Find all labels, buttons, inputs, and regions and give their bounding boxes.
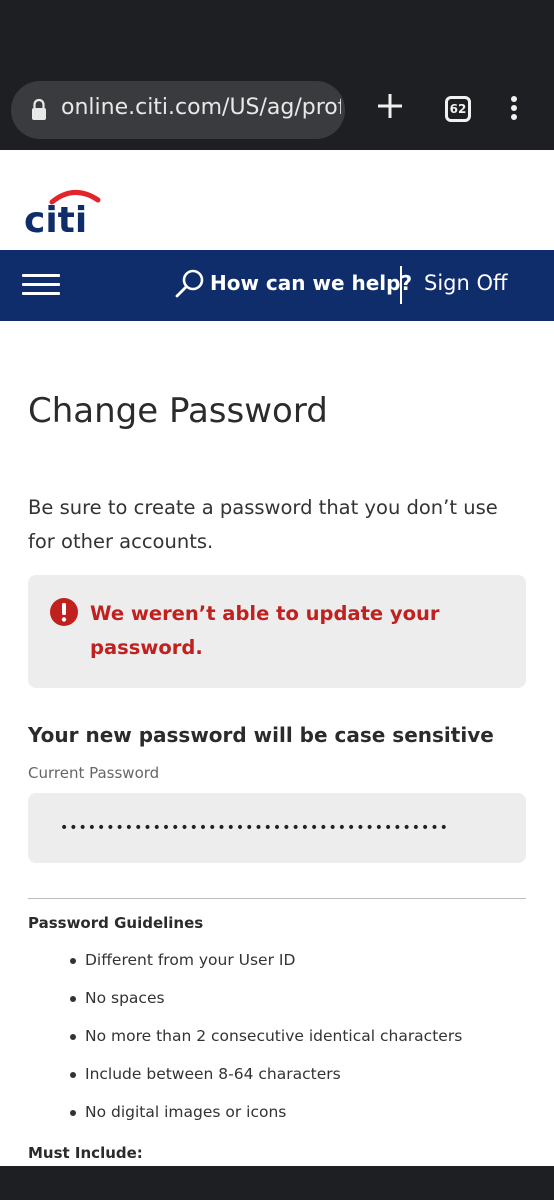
current-password-label: Current Password: [28, 764, 160, 782]
list-item: No more than 2 consecutive identical cha…: [68, 1024, 462, 1062]
guidelines-list: Different from your User ID No spaces No…: [68, 948, 462, 1138]
divider: [28, 898, 526, 899]
error-exclamation-icon: [50, 598, 78, 626]
status-bar: [0, 0, 554, 76]
list-item: No spaces: [68, 986, 462, 1024]
tab-switcher-button[interactable]: 62: [445, 96, 471, 122]
citi-logo[interactable]: citi: [22, 186, 106, 236]
guideline-text: No more than 2 consecutive identical cha…: [85, 1027, 463, 1045]
list-item: Include between 8-64 characters: [68, 1062, 462, 1100]
search-help-link[interactable]: How can we help?: [210, 271, 412, 295]
list-item: Different from your User ID: [68, 948, 462, 986]
guideline-text: Different from your User ID: [85, 951, 296, 969]
section-heading: Your new password will be case sensitive: [28, 723, 494, 747]
url-text: online.citi.com/US/ag/profi: [61, 95, 341, 120]
guideline-text: No digital images or icons: [85, 1103, 287, 1121]
bullet-icon: [70, 1034, 76, 1040]
web-page: citi How can we help? Sign Off Change Pa…: [0, 150, 554, 1166]
hamburger-menu-icon[interactable]: [22, 274, 60, 296]
sign-off-button[interactable]: Sign Off: [424, 271, 507, 295]
bullet-icon: [70, 1072, 76, 1078]
error-alert: We weren’t able to update your password.: [28, 575, 526, 688]
bullet-icon: [70, 996, 76, 1002]
lock-icon: [32, 98, 46, 120]
citi-logo-text: citi: [24, 200, 87, 236]
nav-divider: [400, 266, 402, 304]
intro-text: Be sure to create a password that you do…: [28, 496, 498, 553]
list-item: No digital images or icons: [68, 1100, 462, 1138]
guideline-text: No spaces: [85, 989, 165, 1007]
page-title: Change Password: [28, 391, 328, 431]
search-icon[interactable]: [174, 268, 206, 300]
guideline-text: Include between 8-64 characters: [85, 1065, 341, 1083]
address-bar[interactable]: online.citi.com/US/ag/profi: [11, 81, 345, 139]
error-message: We weren’t able to update your password.: [90, 602, 440, 659]
main-nav-bar: How can we help? Sign Off: [0, 250, 554, 321]
guidelines-title: Password Guidelines: [28, 914, 204, 932]
bullet-icon: [70, 1110, 76, 1116]
must-include-title: Must Include:: [28, 1144, 143, 1162]
browser-toolbar: online.citi.com/US/ag/profi 62: [0, 76, 554, 150]
bullet-icon: [70, 958, 76, 964]
more-vert-icon[interactable]: [508, 96, 520, 124]
current-password-input[interactable]: [28, 793, 526, 863]
navigation-bar: [0, 1166, 554, 1200]
logo-area: citi: [0, 150, 554, 250]
new-tab-plus-icon[interactable]: [376, 92, 404, 120]
